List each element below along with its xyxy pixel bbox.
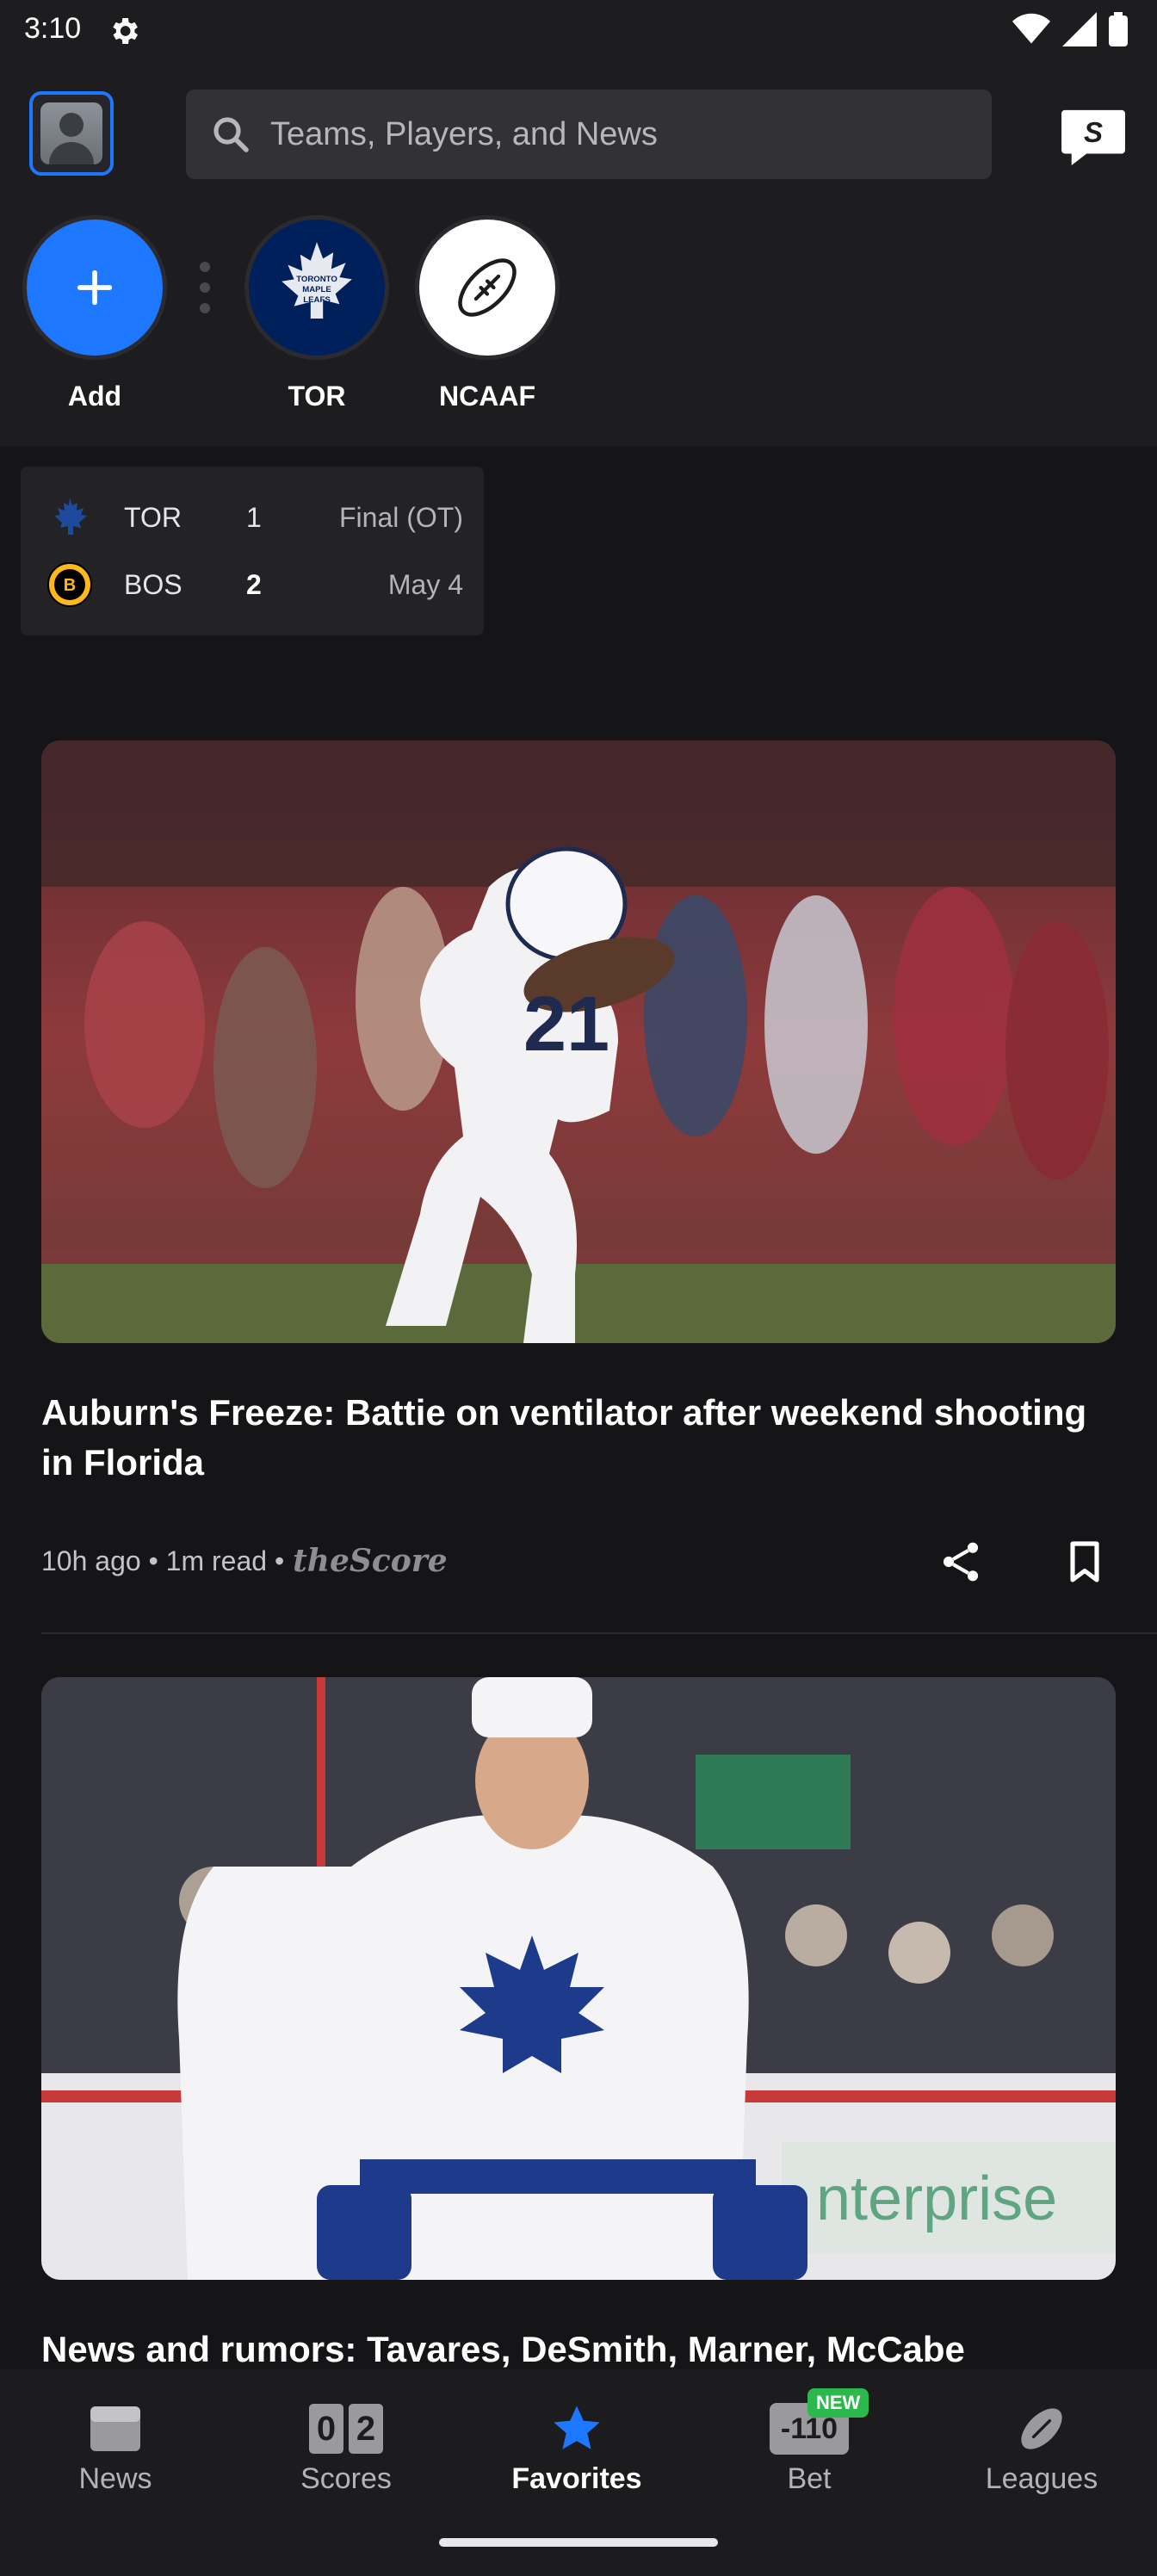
football-player-photo: 21 [41,740,1116,1343]
svg-text:S: S [1084,117,1103,149]
article-meta-text: 10h ago • 1m read • [41,1545,285,1576]
chat-icon[interactable]: S [1059,107,1128,167]
bruins-logo-icon: B [47,562,92,607]
svg-text:LEAFS: LEAFS [303,295,331,305]
header: S Add TORONTO MAPLE LEAFS TOR [0,62,1157,446]
user-silhouette-icon [49,113,94,164]
search-icon [213,117,249,152]
cellular-signal-icon [1062,12,1097,46]
nav-bet[interactable]: -110 NEW Bet [694,2388,925,2496]
search-bar[interactable] [186,90,992,179]
team-abbr: TOR [124,501,182,533]
nav-favorites[interactable]: Favorites [461,2400,692,2496]
hockey-player-photo: nterprise [41,1677,1116,2280]
drag-handle-icon[interactable] [200,262,210,313]
share-icon[interactable] [937,1538,985,1586]
scores-digit: 2 [349,2404,383,2454]
nav-label: Bet [787,2462,832,2495]
nav-leagues[interactable]: Leagues [926,2400,1157,2496]
status-time: 3:10 [24,12,82,45]
wifi-icon [1012,13,1050,44]
favorite-add[interactable]: Add [9,215,181,412]
source-brand: theScore [293,1543,448,1579]
scoreboard-icon: 0 2 [309,2400,383,2457]
nav-scores[interactable]: 0 2 Scores [231,2400,461,2496]
team-score: 1 [246,501,262,533]
svg-text:MAPLE: MAPLE [302,285,331,294]
article-image[interactable]: nterprise [41,1677,1116,2280]
search-input[interactable] [270,115,959,153]
team-abbr: BOS [124,568,183,600]
divider [41,1632,1157,1634]
plus-icon [77,269,113,306]
game-status: Final (OT) [339,501,463,533]
favorite-league-ncaaf[interactable]: NCAAF [401,215,573,412]
favorite-label: TOR [288,381,346,412]
maple-leafs-logo-icon: TORONTO MAPLE LEAFS [282,242,352,319]
article-meta: 10h ago • 1m read • theScore [41,1543,448,1579]
nav-news[interactable]: News [0,2400,231,2496]
settings-gear-icon [113,18,138,44]
favorite-label: NCAAF [439,381,535,412]
home-indicator[interactable] [439,2538,718,2547]
bookmark-icon[interactable] [1061,1538,1109,1586]
score-card[interactable]: TOR 1 Final (OT) B BOS 2 May 4 [21,467,484,635]
avatar [40,102,102,164]
score-row: B BOS 2 May 4 [21,554,484,615]
football-icon [458,258,517,317]
article-title[interactable]: News and rumors: Tavares, DeSmith, Marne… [41,2325,1092,2375]
maple-leafs-logo-icon [54,498,87,535]
svg-text:nterprise: nterprise [816,2164,1057,2233]
nav-label: Scores [300,2462,392,2495]
nav-label: Favorites [511,2462,642,2495]
new-badge: NEW [807,2388,869,2418]
article-title[interactable]: Auburn's Freeze: Battie on ventilator af… [41,1388,1092,1488]
game-status: May 4 [387,568,463,600]
score-row: TOR 1 Final (OT) [21,487,484,548]
news-icon [90,2406,140,2451]
star-icon [554,2406,600,2449]
article-image[interactable]: 21 [41,740,1116,1343]
svg-text:21: 21 [523,981,609,1068]
favorites-row: Add TORONTO MAPLE LEAFS TOR NCAAF [0,215,1157,430]
nav-label: News [78,2462,152,2495]
favorite-label: Add [67,381,122,412]
nav-label: Leagues [985,2462,1098,2495]
svg-text:TORONTO: TORONTO [296,275,337,284]
profile-button[interactable] [29,91,114,176]
svg-text:B: B [64,576,76,595]
scores-digit: 0 [309,2404,343,2454]
team-score: 2 [246,568,262,600]
status-bar: 3:10 [0,0,1157,62]
favorite-team-tor[interactable]: TORONTO MAPLE LEAFS TOR [231,215,403,412]
battery-icon [1109,12,1128,46]
leagues-football-icon [1021,2408,1062,2449]
